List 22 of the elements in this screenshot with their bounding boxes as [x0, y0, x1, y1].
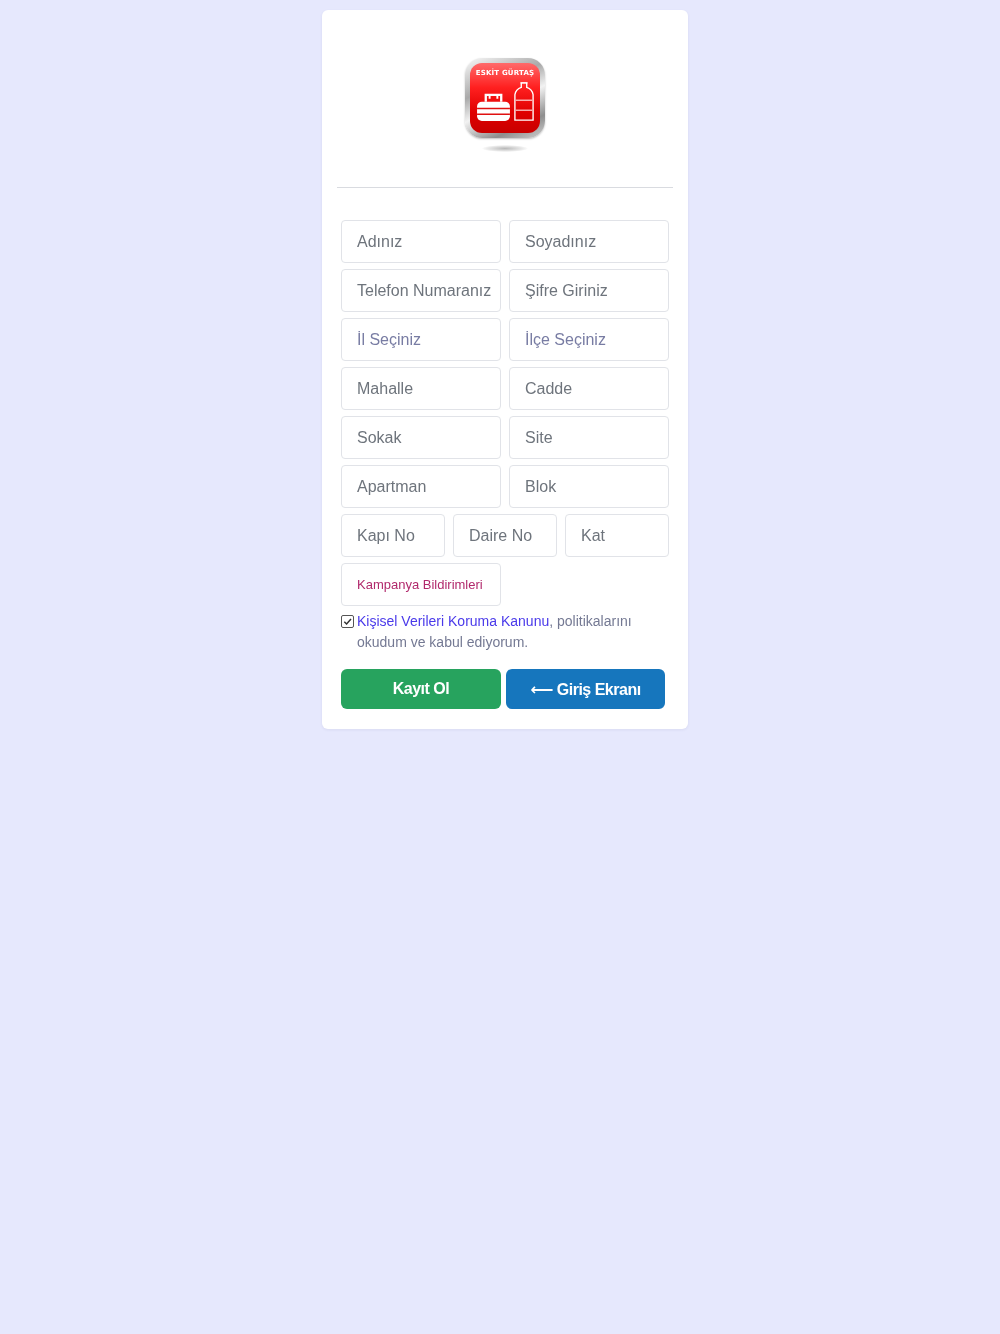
- consent-text: Kişisel Verileri Koruma Kanunu, politikalarını okudum ve kabul ediyorum.: [357, 612, 633, 652]
- first-name-input[interactable]: Adınız: [341, 220, 501, 263]
- password-input[interactable]: Şifre Giriniz: [509, 269, 669, 312]
- block-input[interactable]: Blok: [509, 465, 669, 508]
- neighborhood-input[interactable]: Mahalle: [341, 367, 501, 410]
- floor-input[interactable]: Kat: [565, 514, 669, 557]
- district-select[interactable]: İlçe Seçiniz: [509, 318, 669, 361]
- apartment-input[interactable]: Apartman: [341, 465, 501, 508]
- door-number-input[interactable]: Kapı No: [341, 514, 445, 557]
- gas-cylinder-icon: [475, 93, 511, 122]
- register-button[interactable]: Kayıt Ol: [341, 669, 501, 709]
- province-select[interactable]: İl Seçiniz: [341, 318, 501, 361]
- consent-checkbox[interactable]: [341, 615, 354, 628]
- site-input[interactable]: Site: [509, 416, 669, 459]
- street-input[interactable]: Sokak: [341, 416, 501, 459]
- water-bottle-icon: [512, 82, 535, 122]
- campaign-select[interactable]: Kampanya Bildirimleri: [341, 563, 501, 606]
- phone-input[interactable]: Telefon Numaranız: [341, 269, 501, 312]
- flat-number-input[interactable]: Daire No: [453, 514, 557, 557]
- login-screen-button[interactable]: ⟵ Giriş Ekranı: [506, 669, 665, 709]
- last-name-input[interactable]: Soyadınız: [509, 220, 669, 263]
- avenue-input[interactable]: Cadde: [509, 367, 669, 410]
